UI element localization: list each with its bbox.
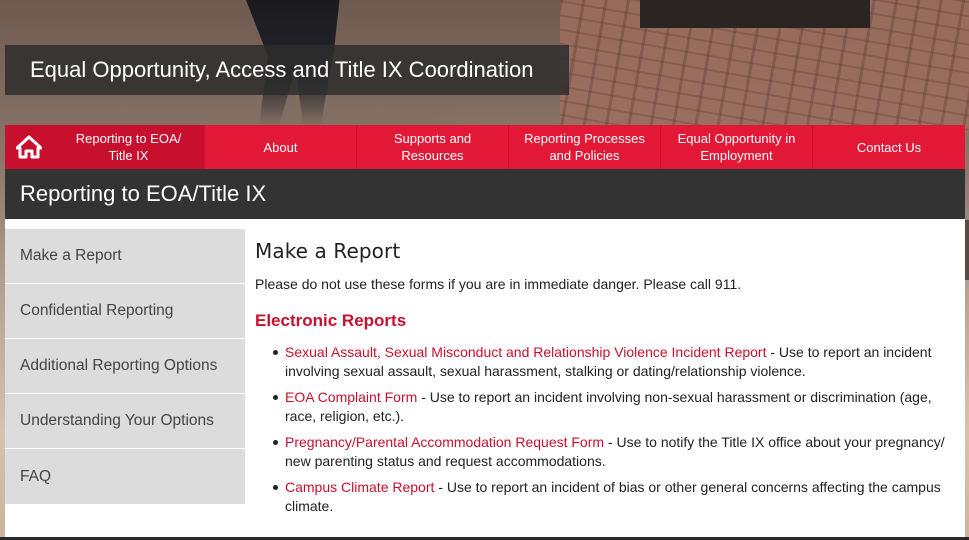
bullet-icon xyxy=(273,440,278,445)
list-item: Pregnancy/Parental Accommodation Request… xyxy=(273,433,955,471)
main-navigation: Reporting to EOA/ Title IX About Support… xyxy=(5,125,965,169)
nav-item-about[interactable]: About xyxy=(204,125,356,169)
sidebar-item-confidential-reporting[interactable]: Confidential Reporting xyxy=(5,284,245,339)
reports-list: Sexual Assault, Sexual Misconduct and Re… xyxy=(255,343,955,516)
list-item: EOA Complaint Form - Use to report an in… xyxy=(273,388,955,426)
nav-item-reporting[interactable]: Reporting to EOA/ Title IX xyxy=(52,125,204,169)
page-heading: Make a Report xyxy=(255,239,401,263)
bullet-icon xyxy=(273,395,278,400)
pregnancy-accommodation-form-link[interactable]: Pregnancy/Parental Accommodation Request… xyxy=(285,434,604,450)
sidebar-item-faq[interactable]: FAQ xyxy=(5,449,245,504)
campus-climate-report-link[interactable]: Campus Climate Report xyxy=(285,479,434,495)
sidebar-item-understanding-options[interactable]: Understanding Your Options xyxy=(5,394,245,449)
sexual-assault-report-link[interactable]: Sexual Assault, Sexual Misconduct and Re… xyxy=(285,344,766,360)
list-item: Sexual Assault, Sexual Misconduct and Re… xyxy=(273,343,955,381)
intro-text: Please do not use these forms if you are… xyxy=(255,276,742,292)
sidebar-nav: Make a Report Confidential Reporting Add… xyxy=(5,229,245,504)
sidebar-item-make-a-report[interactable]: Make a Report xyxy=(5,229,245,284)
eoa-complaint-form-link[interactable]: EOA Complaint Form xyxy=(285,389,417,405)
bullet-icon xyxy=(273,350,278,355)
bullet-icon xyxy=(273,485,278,490)
hero-sign-base xyxy=(640,0,870,28)
site-title: Equal Opportunity, Access and Title IX C… xyxy=(5,45,569,95)
main-content: Make a Report Please do not use these fo… xyxy=(255,239,955,523)
home-icon xyxy=(15,135,42,159)
nav-home-button[interactable] xyxy=(5,125,52,169)
content-area: Make a Report Confidential Reporting Add… xyxy=(5,219,965,537)
nav-item-contact[interactable]: Contact Us xyxy=(812,125,965,169)
sidebar-item-additional-options[interactable]: Additional Reporting Options xyxy=(5,339,245,394)
hero-edge xyxy=(965,220,969,280)
nav-item-supports[interactable]: Supports and Resources xyxy=(356,125,508,169)
list-item: Campus Climate Report - Use to report an… xyxy=(273,478,955,516)
nav-item-employment[interactable]: Equal Opportunity in Employment xyxy=(660,125,812,169)
electronic-reports-heading: Electronic Reports xyxy=(255,311,407,330)
nav-item-processes[interactable]: Reporting Processes and Policies xyxy=(508,125,660,169)
section-title: Reporting to EOA/Title IX xyxy=(5,169,965,219)
